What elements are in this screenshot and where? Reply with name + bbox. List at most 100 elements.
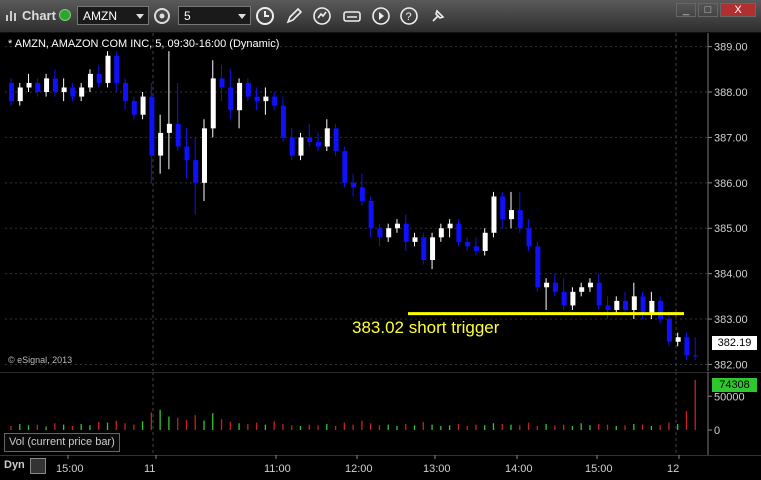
- gear-icon: [154, 8, 170, 24]
- trigger-annotation: 383.02 short trigger: [352, 318, 500, 337]
- time-tick-label: 15:00: [585, 463, 613, 475]
- candle-body: [140, 96, 146, 115]
- chevron-down-icon[interactable]: [238, 14, 246, 19]
- question-icon: ?: [400, 7, 418, 25]
- candle-body: [359, 187, 365, 201]
- candle-body: [245, 82, 251, 97]
- candle-body: [280, 105, 286, 138]
- candle-body: [394, 223, 400, 229]
- candle-body: [289, 137, 295, 156]
- pin-button[interactable]: [427, 5, 449, 27]
- candle-body: [193, 160, 199, 183]
- maximize-button[interactable]: □: [698, 3, 718, 17]
- candle-body: [412, 237, 418, 242]
- chart-app-icon: [6, 11, 16, 21]
- candle-body: [552, 282, 558, 292]
- candle-body: [684, 337, 690, 356]
- candle-body: [237, 82, 243, 111]
- candle-body: [219, 78, 225, 88]
- candle-body: [579, 287, 585, 292]
- candle-body: [693, 355, 699, 357]
- candle-body: [675, 337, 681, 342]
- chart-type-button[interactable]: [341, 5, 363, 27]
- price-tick-label: 383.00: [714, 314, 748, 326]
- candle-body: [166, 123, 172, 133]
- candle-body: [491, 196, 497, 233]
- candle-body: [333, 128, 339, 152]
- volume-tick-label: 50000: [714, 391, 745, 403]
- candle-body: [658, 300, 664, 320]
- candle-body: [473, 246, 479, 251]
- candle-body: [52, 78, 58, 93]
- clock-icon: [256, 7, 274, 25]
- price-tick-label: 389.00: [714, 42, 748, 54]
- symbol-input[interactable]: AMZN: [77, 6, 149, 25]
- candle-body: [87, 73, 93, 88]
- watermark: © eSignal, 2013: [8, 355, 73, 365]
- candle-body: [596, 282, 602, 306]
- candle-body: [570, 291, 576, 306]
- symbol-settings-button[interactable]: [151, 5, 173, 27]
- price-tick-label: 384.00: [714, 269, 748, 281]
- help-button[interactable]: ?: [398, 5, 420, 27]
- candle-body: [526, 228, 532, 247]
- refresh-button[interactable]: [311, 5, 333, 27]
- connection-status-icon: [59, 9, 71, 21]
- candle-body: [254, 96, 260, 102]
- play-icon: [372, 7, 390, 25]
- candle-body: [430, 237, 436, 261]
- candle-body: [465, 241, 471, 247]
- candle-body: [44, 78, 50, 93]
- candle-body: [70, 87, 76, 97]
- candle-body: [456, 223, 462, 242]
- candle-body: [272, 96, 278, 106]
- time-tick-label: 11: [144, 463, 155, 475]
- candle-body: [561, 291, 567, 306]
- candle-body: [631, 296, 637, 310]
- price-tick-label: 388.00: [714, 87, 748, 99]
- price-tick-label: 382.00: [714, 359, 748, 371]
- candle-body: [623, 300, 629, 310]
- candle-body: [114, 55, 120, 83]
- candle-body: [509, 210, 515, 220]
- dynamic-mode-button[interactable]: Dyn: [4, 459, 25, 471]
- time-tick-label: 14:00: [505, 463, 533, 475]
- candle-body: [614, 300, 620, 310]
- candle-body: [403, 223, 409, 242]
- chevron-down-icon[interactable]: [136, 14, 144, 19]
- app-title: Chart: [22, 8, 56, 23]
- candle-body: [605, 305, 611, 310]
- time-tick-label: 15:00: [56, 463, 84, 475]
- candle-body: [482, 232, 488, 251]
- candle-body: [79, 87, 85, 97]
- candle-body: [307, 137, 313, 142]
- volume-study-label[interactable]: Vol (current price bar): [4, 433, 120, 452]
- interval-input[interactable]: 5: [178, 6, 251, 25]
- candle-body: [105, 55, 111, 83]
- candle-body: [377, 228, 383, 238]
- chart-header: * AMZN, AMAZON COM INC, 5, 09:30-16:00 (…: [8, 38, 280, 50]
- play-button[interactable]: [370, 5, 392, 27]
- candle-body: [201, 128, 207, 183]
- candle-body: [438, 228, 444, 238]
- draw-button[interactable]: [283, 5, 305, 27]
- pencil-icon: [286, 7, 303, 24]
- last-volume-tag: 74308: [712, 378, 757, 392]
- close-button[interactable]: X: [720, 3, 756, 17]
- candle-body: [587, 282, 593, 288]
- price-tick-label: 386.00: [714, 178, 748, 190]
- svg-text:?: ?: [406, 11, 412, 23]
- candle-body: [17, 87, 23, 102]
- candle-body: [184, 146, 190, 161]
- candle-body: [640, 296, 646, 315]
- price-tick-label: 385.00: [714, 223, 748, 235]
- minimize-button[interactable]: _: [676, 3, 696, 17]
- clock-button[interactable]: [254, 5, 276, 27]
- candle-body: [175, 123, 181, 147]
- refresh-icon: [313, 7, 331, 25]
- candle-body: [666, 319, 672, 342]
- candle-body: [298, 137, 304, 156]
- candle-body: [421, 237, 427, 261]
- lock-icon[interactable]: [30, 458, 46, 474]
- interval-value: 5: [184, 9, 191, 23]
